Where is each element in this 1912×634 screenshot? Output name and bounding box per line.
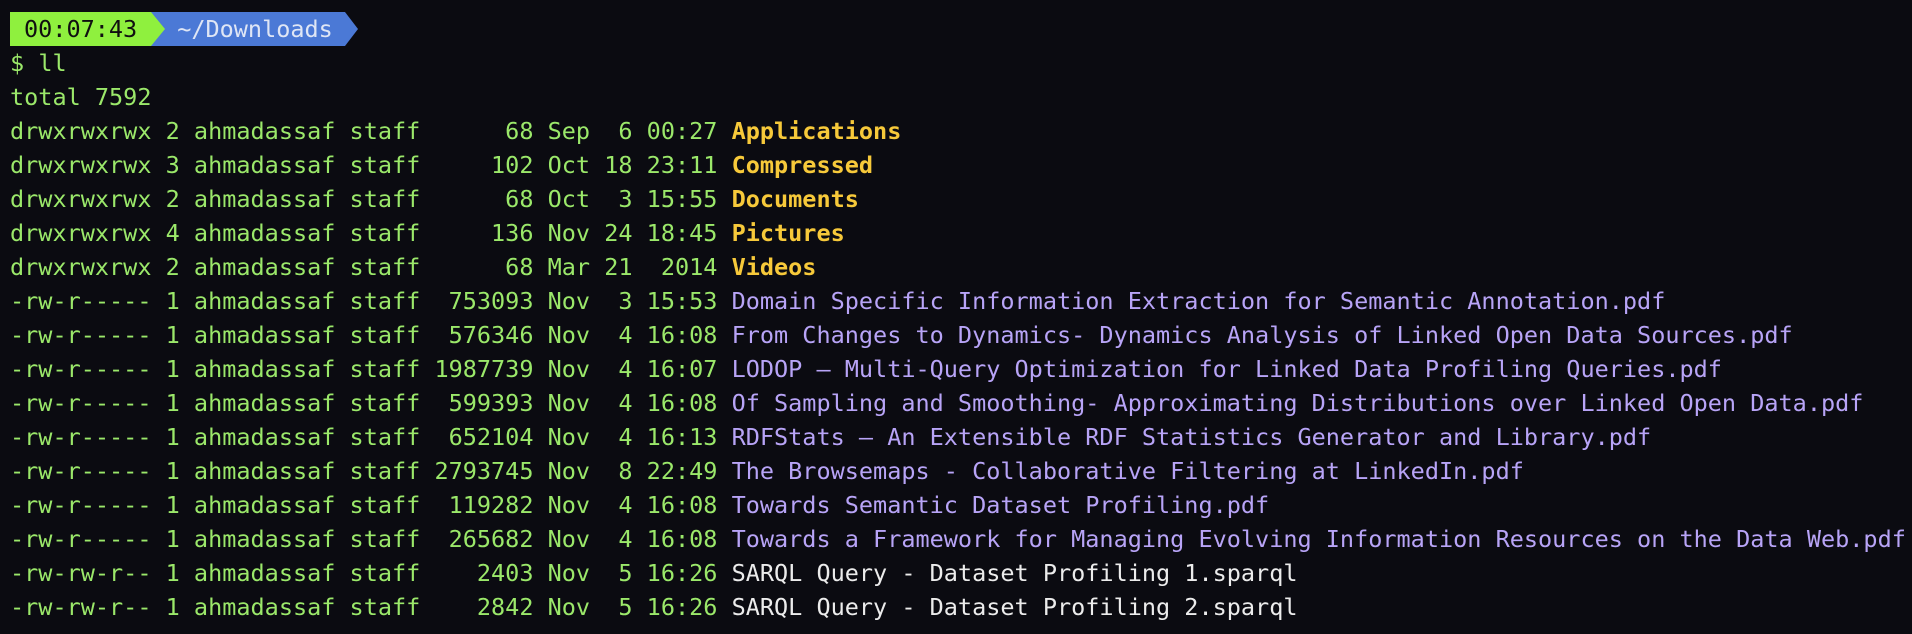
listing-row: -rw-r----- 1 ahmadassaf staff 265682 Nov… [10,522,1912,556]
listing-row: drwxrwxrwx 2 ahmadassaf staff 68 Mar 21 … [10,250,1912,284]
file-meta: drwxrwxrwx 4 ahmadassaf staff 136 Nov 24… [10,219,732,247]
listing-row: -rw-rw-r-- 1 ahmadassaf staff 2842 Nov 5… [10,590,1912,624]
file-meta: -rw-r----- 1 ahmadassaf staff 576346 Nov… [10,321,732,349]
directory-name: Compressed [731,151,874,179]
file-listing: drwxrwxrwx 2 ahmadassaf staff 68 Sep 6 0… [10,114,1912,624]
file-meta: drwxrwxrwx 2 ahmadassaf staff 68 Oct 3 1… [10,185,732,213]
directory-name: Documents [731,185,859,213]
file-name: SARQL Query - Dataset Profiling 1.sparql [731,559,1298,587]
file-meta: -rw-r----- 1 ahmadassaf staff 2793745 No… [10,457,732,485]
listing-row: -rw-r----- 1 ahmadassaf staff 1987739 No… [10,352,1912,386]
file-meta: -rw-r----- 1 ahmadassaf staff 1987739 No… [10,355,732,383]
command-line: $ ll [10,46,1912,80]
listing-row: drwxrwxrwx 2 ahmadassaf staff 68 Sep 6 0… [10,114,1912,148]
file-name: From Changes to Dynamics- Dynamics Analy… [731,321,1793,349]
listing-row: drwxrwxrwx 4 ahmadassaf staff 136 Nov 24… [10,216,1912,250]
directory-name: Applications [731,117,902,145]
file-meta: -rw-r----- 1 ahmadassaf staff 753093 Nov… [10,287,732,315]
file-name: Towards Semantic Dataset Profiling.pdf [731,491,1270,519]
listing-row: -rw-r----- 1 ahmadassaf staff 599393 Nov… [10,386,1912,420]
file-meta: drwxrwxrwx 2 ahmadassaf staff 68 Sep 6 0… [10,117,732,145]
file-name: Of Sampling and Smoothing- Approximating… [731,389,1864,417]
file-meta: drwxrwxrwx 2 ahmadassaf staff 68 Mar 21 … [10,253,732,281]
prompt-path: ~/Downloads [151,12,358,46]
file-meta: -rw-rw-r-- 1 ahmadassaf staff 2403 Nov 5… [10,559,732,587]
file-name: LODOP – Multi-Query Optimization for Lin… [731,355,1722,383]
file-name: RDFStats – An Extensible RDF Statistics … [731,423,1652,451]
file-name: SARQL Query - Dataset Profiling 2.sparql [731,593,1298,621]
listing-row: -rw-r----- 1 ahmadassaf staff 652104 Nov… [10,420,1912,454]
terminal-window[interactable]: 00:07:43 ~/Downloads $ ll total 7592 drw… [0,0,1912,634]
listing-row: -rw-r----- 1 ahmadassaf staff 576346 Nov… [10,318,1912,352]
file-meta: -rw-r----- 1 ahmadassaf staff 119282 Nov… [10,491,732,519]
listing-row: -rw-r----- 1 ahmadassaf staff 2793745 No… [10,454,1912,488]
listing-row: -rw-rw-r-- 1 ahmadassaf staff 2403 Nov 5… [10,556,1912,590]
file-name: The Browsemaps - Collaborative Filtering… [731,457,1524,485]
prompt-time: 00:07:43 [10,12,166,46]
listing-row: drwxrwxrwx 3 ahmadassaf staff 102 Oct 18… [10,148,1912,182]
listing-row: drwxrwxrwx 2 ahmadassaf staff 68 Oct 3 1… [10,182,1912,216]
file-meta: drwxrwxrwx 3 ahmadassaf staff 102 Oct 18… [10,151,732,179]
directory-name: Pictures [731,219,845,247]
listing-row: -rw-r----- 1 ahmadassaf staff 753093 Nov… [10,284,1912,318]
file-meta: -rw-rw-r-- 1 ahmadassaf staff 2842 Nov 5… [10,593,732,621]
command-text: ll [38,49,67,77]
directory-name: Videos [731,253,817,281]
prompt-bar: 00:07:43 ~/Downloads [10,12,1912,46]
file-meta: -rw-r----- 1 ahmadassaf staff 265682 Nov… [10,525,732,553]
file-name: Domain Specific Information Extraction f… [731,287,1666,315]
total-line: total 7592 [10,83,152,111]
listing-row: -rw-r----- 1 ahmadassaf staff 119282 Nov… [10,488,1912,522]
file-name: Towards a Framework for Managing Evolvin… [731,525,1906,553]
file-meta: -rw-r----- 1 ahmadassaf staff 652104 Nov… [10,423,732,451]
prompt-symbol: $ [10,49,25,77]
file-meta: -rw-r----- 1 ahmadassaf staff 599393 Nov… [10,389,732,417]
